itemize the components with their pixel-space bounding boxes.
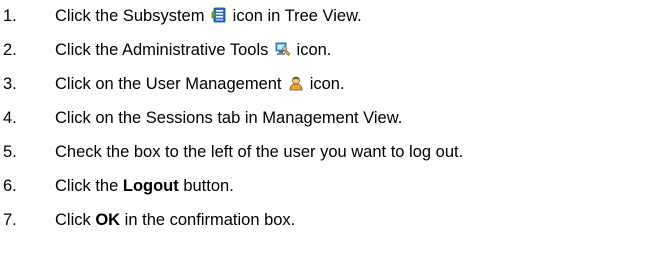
- step-number: 3.: [3, 74, 17, 93]
- step-text-after: in the confirmation box.: [120, 210, 296, 229]
- step-6: 6. Click the Logout button.: [0, 174, 234, 198]
- step-number: 5.: [3, 142, 17, 161]
- step-text-after: icon in Tree View.: [228, 6, 362, 25]
- step-7: 7. Click OK in the confirmation box.: [0, 208, 295, 232]
- step-1: 1. Click the Subsystem icon in Tree View…: [0, 4, 362, 28]
- step-number: 7.: [3, 210, 17, 229]
- step-text-after: icon.: [305, 74, 345, 93]
- step-number: 2.: [3, 40, 17, 59]
- step-4: 4. Click on the Sessions tab in Manageme…: [0, 106, 402, 130]
- step-number: 1.: [3, 6, 17, 25]
- step-text: Click the Logout button.: [55, 177, 234, 196]
- logout-button-label: Logout: [122, 176, 179, 195]
- step-text-before: Click on the User Management: [55, 74, 287, 93]
- administrative-tools-icon: [275, 41, 291, 57]
- step-text-after: icon.: [291, 40, 332, 59]
- step-text: Click on the User Management icon.: [55, 75, 345, 94]
- ok-button-label: OK: [95, 210, 121, 229]
- step-text: Click on the Sessions tab in Management …: [55, 108, 403, 127]
- step-text-before: Click: [55, 210, 96, 229]
- step-3: 3. Click on the User Management icon.: [0, 72, 345, 96]
- step-text-before: Click the Administrative Tools: [55, 40, 273, 59]
- step-number: 6.: [3, 176, 17, 195]
- step-text: Click the Administrative Tools icon.: [55, 41, 331, 60]
- step-text-after: button.: [178, 176, 234, 195]
- user-management-icon: [288, 75, 304, 91]
- step-2: 2. Click the Administrative Tools icon.: [0, 38, 331, 62]
- step-text-before: Click the: [55, 176, 123, 195]
- step-number: 4.: [3, 108, 17, 127]
- step-text: Check the box to the left of the user yo…: [55, 142, 464, 161]
- step-text: Click the Subsystem icon in Tree View.: [55, 7, 362, 26]
- step-text-before: Click the Subsystem: [55, 6, 210, 25]
- step-text: Click OK in the confirmation box.: [55, 211, 295, 230]
- step-5: 5. Check the box to the left of the user…: [0, 140, 463, 164]
- subsystem-icon: [211, 7, 227, 23]
